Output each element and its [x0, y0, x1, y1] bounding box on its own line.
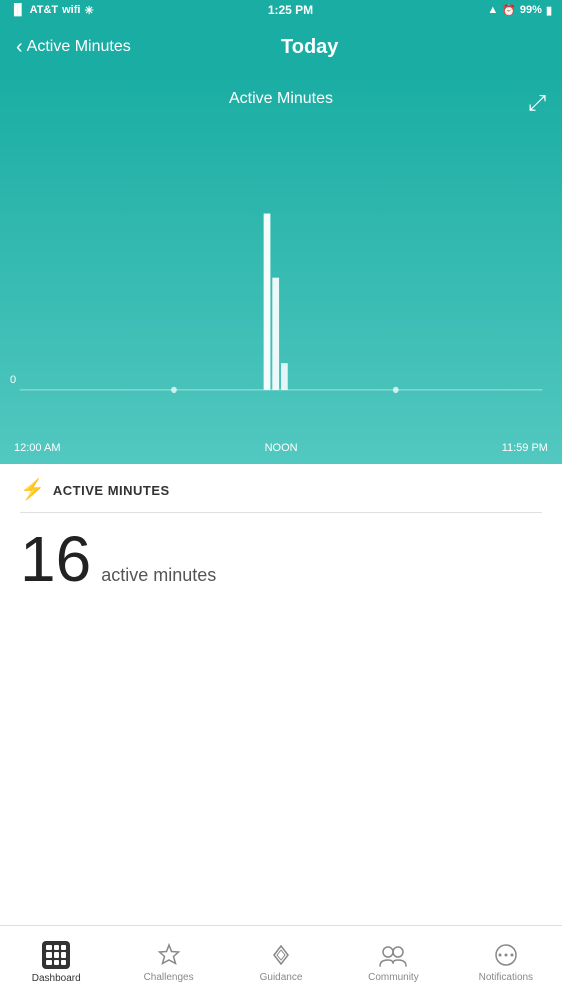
- location-icon: ▲: [487, 4, 498, 16]
- stats-label: ACTIVE MINUTES: [53, 483, 170, 498]
- status-bar: ▐▌ AT&T wifi ✳ 1:25 PM ▲ ⏰ 99% ▮: [0, 0, 562, 20]
- chart-header: Active Minutes ⤢: [0, 74, 562, 108]
- stats-unit: active minutes: [101, 565, 216, 586]
- chart-svg-area: 0: [0, 108, 562, 438]
- nav-item-notifications[interactable]: Notifications: [450, 926, 562, 999]
- nav-label-dashboard: Dashboard: [32, 973, 81, 984]
- nav-header: ‹ Active Minutes Today: [0, 20, 562, 74]
- nav-label-notifications: Notifications: [479, 972, 533, 983]
- status-right: ▲ ⏰ 99% ▮: [487, 4, 552, 17]
- nav-item-challenges[interactable]: Challenges: [112, 926, 224, 999]
- stats-value-row: 16 active minutes: [20, 527, 542, 591]
- nav-label-community: Community: [368, 972, 419, 983]
- x-label-end: 11:59 PM: [502, 442, 548, 454]
- signal-icon: ▐▌: [10, 4, 26, 16]
- page-title: Today: [281, 36, 546, 59]
- back-label: Active Minutes: [27, 38, 131, 56]
- chart-title: Active Minutes: [229, 90, 333, 108]
- challenges-icon: [156, 942, 182, 968]
- nav-item-dashboard[interactable]: Dashboard: [0, 926, 112, 999]
- nav-label-challenges: Challenges: [144, 972, 194, 983]
- status-left: ▐▌ AT&T wifi ✳: [10, 4, 94, 17]
- nav-item-community[interactable]: Community: [337, 926, 449, 999]
- activity-icon: ✳: [84, 4, 93, 17]
- nav-label-guidance: Guidance: [260, 972, 303, 983]
- chart-svg: [10, 128, 552, 438]
- notifications-icon: [493, 942, 519, 968]
- chart-container: Active Minutes ⤢ 0 12:00 AM NOON 11:59 P…: [0, 74, 562, 464]
- battery-icon: ▮: [546, 4, 552, 17]
- stats-header: ⚡ ACTIVE MINUTES: [20, 480, 542, 513]
- wifi-icon: wifi: [62, 4, 80, 16]
- back-button[interactable]: ‹ Active Minutes: [16, 36, 281, 59]
- stats-number: 16: [20, 527, 91, 591]
- chart-y-zero-label: 0: [10, 374, 16, 386]
- bolt-icon: ⚡: [20, 480, 45, 500]
- stats-section: ⚡ ACTIVE MINUTES 16 active minutes: [0, 464, 562, 607]
- alarm-icon: ⏰: [502, 4, 516, 17]
- battery-label: 99%: [520, 4, 542, 16]
- x-label-start: 12:00 AM: [14, 442, 60, 454]
- community-icon: [378, 942, 408, 968]
- x-label-noon: NOON: [265, 442, 298, 454]
- status-time: 1:25 PM: [268, 3, 313, 17]
- guidance-icon: [268, 942, 294, 968]
- carrier-label: AT&T: [30, 4, 59, 16]
- nav-item-guidance[interactable]: Guidance: [225, 926, 337, 999]
- back-chevron-icon: ‹: [16, 36, 23, 59]
- dashboard-icon: [42, 941, 70, 969]
- bottom-nav: Dashboard Challenges Guidance Community: [0, 925, 562, 999]
